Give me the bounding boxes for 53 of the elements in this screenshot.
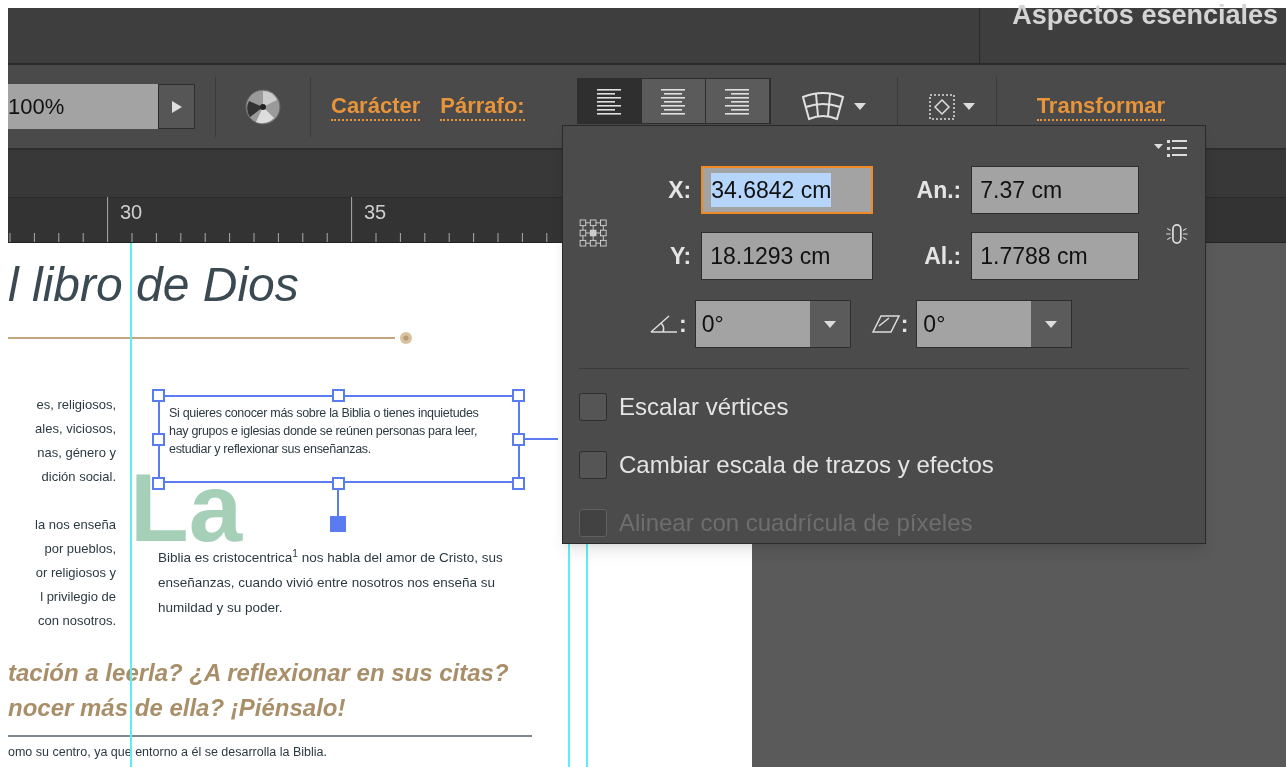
heading-line: nocer más de ella? ¡Piénsalo! — [8, 693, 347, 723]
text-line: con nosotros. — [37, 612, 116, 630]
ruler-label: 35 — [364, 202, 387, 222]
panel-link[interactable]: Párrafo: — [440, 91, 525, 122]
checkbox[interactable] — [579, 451, 607, 479]
dropdown-caret-icon — [822, 319, 837, 329]
angle-dropdown[interactable]: 0° — [916, 300, 1073, 348]
angle-dropdown[interactable]: 0° — [694, 300, 851, 348]
field-label: X: — [667, 175, 692, 205]
dropdown-caret-icon — [1044, 319, 1059, 329]
warp-dropdown[interactable] — [800, 90, 867, 123]
footer-text: omo su centro, ya que entorno a él se desarrolla la Biblia. — [8, 746, 327, 759]
value-field[interactable]: 34.6842 cm — [701, 166, 874, 214]
body-paragraph: Biblia es cristocentrica$^{1}$ nos habla del amor de Cristo, sus enseñanzas, cuando vivió entre nosotros nos enseña su humildad y su poder. — [158, 546, 504, 617]
checkbox-option[interactable]: Cambiar escala de trazos y efectos — [579, 447, 1189, 483]
field-label: : — [900, 309, 909, 339]
align-button[interactable] — [577, 78, 642, 123]
angle-icon — [649, 314, 679, 334]
text-line: l privilegio de — [40, 588, 116, 606]
text-line: por pueblos, — [44, 540, 116, 558]
shear-icon — [870, 314, 901, 334]
text-line: ales, viciosos, — [35, 420, 116, 438]
panel-link[interactable]: Carácter — [331, 91, 421, 122]
frame-text: Si quieres conocer más sobre la Biblia o tienes inquietudes hay grupos e iglesias donde se reúnen personas para leer, estudiar y reflexionar sus enseñanzas. — [169, 405, 480, 458]
checkbox[interactable] — [579, 393, 607, 421]
caret-icon — [961, 102, 976, 111]
text-line: or religiosos y — [35, 564, 116, 582]
color-wheel-icon[interactable] — [244, 87, 282, 126]
text-line: dición social. — [41, 468, 116, 486]
zoom-arrow-button[interactable] — [158, 84, 195, 129]
workspace-label[interactable]: Aspectos esenciales — [1012, 2, 1278, 29]
checkbox-option[interactable]: Escalar vértices — [579, 389, 1189, 425]
align-button[interactable] — [641, 78, 706, 123]
field-label: Al.: — [923, 241, 962, 271]
envelope-warp-icon — [800, 90, 845, 123]
value-field[interactable]: 7.37 cm — [971, 166, 1140, 214]
transform-link[interactable]: Transformar — [1036, 91, 1166, 122]
field-label: Y: — [668, 241, 692, 271]
ruler-label: 30 — [120, 202, 143, 222]
page-title: l libro de Dios — [8, 261, 299, 309]
text-line: nas, género y — [37, 444, 116, 462]
caret-icon — [852, 102, 867, 111]
play-icon — [170, 99, 183, 114]
value-field[interactable]: 1.7788 cm — [971, 232, 1140, 280]
ornament-icon — [399, 331, 413, 345]
field-label: : — [679, 309, 687, 339]
field-label: An.: — [915, 175, 962, 205]
value-field[interactable]: 18.1293 cm — [701, 232, 874, 280]
align-button[interactable] — [705, 78, 770, 123]
text-line: es, religiosos, — [36, 396, 116, 414]
panel-menu-icon[interactable] — [1153, 138, 1189, 158]
zoom-field[interactable]: 100% — [8, 84, 158, 129]
text-line: la nos enseña — [35, 516, 116, 534]
